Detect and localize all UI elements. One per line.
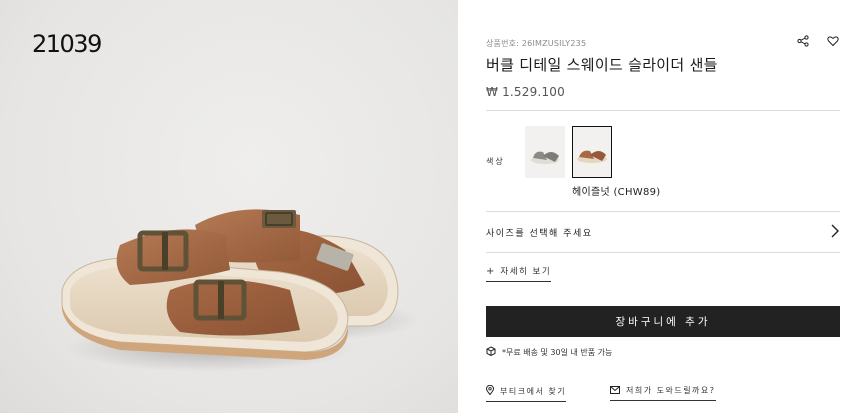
selected-color-name: 헤이즐넛 (CHW89): [572, 187, 661, 198]
shipping-info: *무료 배송 및 30일 내 반품 가능: [486, 346, 612, 358]
product-price: ₩ 1.529.100: [486, 85, 565, 99]
product-image[interactable]: [0, 0, 458, 413]
shipping-text: *무료 배송 및 30일 내 반품 가능: [502, 347, 613, 357]
swatch-image-grey: [531, 151, 559, 164]
product-details: 상품번호: 26IMZUSILY235 버클 디테일 스웨이드 슬라이더 샌들 …: [485, 0, 840, 413]
product-title: 버클 디테일 스웨이드 슬라이더 샌들: [486, 56, 718, 74]
view-details-label: 자세히 보기: [500, 267, 552, 277]
help-link[interactable]: 저희가 도와드릴까요?: [610, 385, 716, 401]
location-pin-icon: [485, 384, 495, 397]
size-selector-label: 사이즈를 선택해 주세요: [486, 228, 593, 239]
view-details-link[interactable]: + 자세히 보기: [486, 265, 552, 282]
chevron-right-icon: [830, 223, 840, 242]
divider: [486, 252, 840, 253]
heart-icon[interactable]: [826, 34, 840, 48]
mail-icon: [610, 385, 620, 396]
box-icon: [486, 346, 496, 358]
color-swatch-hazelnut[interactable]: [572, 126, 612, 178]
product-sku: 상품번호: 26IMZUSILY235: [486, 39, 587, 48]
swatch-image-hazelnut: [577, 150, 607, 163]
divider: [486, 110, 840, 111]
help-label: 저희가 도와드릴까요?: [626, 386, 716, 395]
product-gallery: 21039: [0, 0, 458, 413]
share-icon[interactable]: [796, 34, 810, 48]
product-actions: [796, 34, 840, 48]
size-selector[interactable]: 사이즈를 선택해 주세요: [486, 212, 840, 252]
plus-icon: +: [486, 266, 495, 277]
find-in-boutique-label: 부티크에서 찾기: [500, 386, 567, 396]
color-swatch-grey[interactable]: [525, 126, 565, 178]
add-to-cart-button[interactable]: 장바구니에 추가: [486, 306, 840, 337]
brand-logo[interactable]: 21039: [32, 30, 102, 58]
find-in-boutique-link[interactable]: 부티크에서 찾기: [485, 384, 567, 402]
color-label: 색상: [486, 157, 505, 166]
